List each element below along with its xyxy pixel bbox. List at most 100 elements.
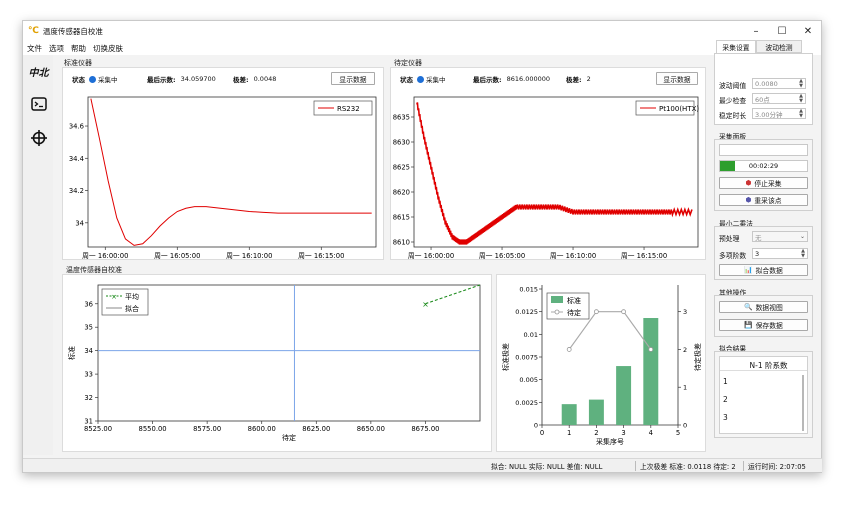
- result-header: N-1 阶系数: [720, 357, 807, 371]
- chart-icon: 📊: [744, 266, 753, 274]
- average-point: ×: [422, 300, 429, 309]
- x-tick-label: 1: [567, 429, 571, 437]
- line-point: [566, 347, 572, 352]
- search-icon: 🔍: [744, 303, 753, 311]
- result-row[interactable]: 2: [723, 395, 728, 404]
- timer-label: 00:02:29: [748, 162, 779, 170]
- title-bar: ℃ 温度传感器自校准 – ☐ ✕: [23, 21, 821, 41]
- tab-acquisition-settings[interactable]: 采集设置: [716, 40, 756, 53]
- crosshair-icon[interactable]: [28, 127, 49, 148]
- x-tick-label: 周一 16:00:00: [82, 252, 128, 260]
- chevron-down-icon: ⌄: [799, 233, 805, 240]
- y-tick-label: 35: [84, 324, 93, 332]
- x-axis-label: 待定: [282, 433, 296, 442]
- x-tick-label: 周一 16:10:00: [550, 252, 596, 260]
- legend-label: 标准: [567, 296, 581, 305]
- plot-area: [413, 96, 699, 248]
- x-tick-label: 周一 16:05:00: [479, 252, 525, 260]
- y-tick-label: 0.005: [519, 376, 538, 384]
- save-data-label: 保存数据: [755, 322, 783, 330]
- stop-acquisition-button[interactable]: ⬢ 停止采集: [719, 177, 808, 189]
- y-tick-label: 34: [75, 219, 84, 227]
- menu-skin[interactable]: 切换皮肤: [93, 43, 123, 54]
- plot-area: [87, 96, 377, 248]
- resample-point-label: 重采该点: [754, 197, 782, 205]
- spin-arrows-icon[interactable]: ▲ ▼: [801, 249, 805, 259]
- preprocess-value: 无: [755, 233, 762, 242]
- min-check-value: 60点: [755, 95, 770, 104]
- order-input[interactable]: 3 ▲ ▼: [752, 248, 808, 259]
- y-axis-label: 标准: [67, 346, 76, 360]
- preprocess-select[interactable]: 无 ⌄: [752, 231, 808, 242]
- range-chart: 0 1 2 3 4 500.00250.0050.00750.010.01250.0150…: [501, 285, 702, 446]
- y2-tick-label: 3: [683, 308, 687, 316]
- y-tick-label: 8630: [393, 139, 410, 147]
- min-check-label: 最少检查: [719, 97, 747, 105]
- y2-tick-label: 2: [683, 346, 687, 354]
- left-toolbar: 中北: [23, 55, 53, 455]
- school-logo[interactable]: 中北: [28, 61, 49, 82]
- test-chart: 周一 16:00:00 周一 16:05:00 周一 16:10:00 周一 16:1…: [393, 96, 699, 260]
- y-tick-label: 31: [84, 418, 93, 426]
- y2-tick-label: 0: [683, 422, 687, 430]
- x-tick-label: 8550.00: [139, 425, 167, 433]
- stable-duration-input[interactable]: 3.00分钟 ▲ ▼: [752, 108, 806, 119]
- legend-label: Pt100(HTX): [659, 105, 699, 113]
- close-icon[interactable]: ✕: [795, 21, 821, 41]
- result-row[interactable]: 1: [723, 377, 728, 386]
- y-tick-label: 0.0075: [515, 354, 538, 362]
- window-controls: – ☐ ✕: [743, 21, 821, 41]
- result-table: N-1 阶系数 1 2 3: [719, 356, 808, 434]
- menu-help[interactable]: 帮助: [71, 43, 86, 54]
- terminal-icon[interactable]: [28, 93, 49, 114]
- result-row[interactable]: 3: [723, 413, 728, 422]
- bar: [616, 366, 632, 425]
- menu-options[interactable]: 选项: [49, 43, 64, 54]
- y-tick-label: 36: [84, 300, 93, 308]
- x-tick-label: 8525.00: [84, 425, 112, 433]
- x-axis-label: 采集序号: [596, 437, 624, 446]
- preprocess-label: 预处理: [719, 235, 740, 243]
- menu-file[interactable]: 文件: [27, 43, 42, 54]
- tab-fluctuation-check[interactable]: 波动检测: [756, 40, 802, 53]
- maximize-icon[interactable]: ☐: [769, 21, 795, 41]
- min-check-input[interactable]: 60点 ▲ ▼: [752, 93, 806, 104]
- legend-label: 平均: [125, 292, 139, 301]
- progress-label: 整体进度: 0%: [743, 147, 784, 155]
- x-tick-label: 0: [540, 429, 544, 437]
- spin-arrows-icon[interactable]: ▲ ▼: [799, 109, 803, 119]
- minimize-icon[interactable]: –: [743, 21, 769, 41]
- y-tick-label: 8615: [393, 214, 410, 222]
- line-point: [648, 347, 654, 352]
- bar: [588, 399, 604, 425]
- y-tick-label: 8610: [393, 239, 410, 247]
- x-tick-label: 3: [621, 429, 625, 437]
- stop-acquisition-label: 停止采集: [754, 180, 782, 188]
- bar: [561, 404, 577, 425]
- data-view-button[interactable]: 🔍 数据视图: [719, 301, 808, 313]
- y-tick-label: 34: [84, 347, 93, 355]
- spin-arrows-icon[interactable]: ▲ ▼: [799, 94, 803, 104]
- x-tick-label: 8675.00: [411, 425, 439, 433]
- result-scrollbar[interactable]: [802, 375, 804, 431]
- x-tick-label: 周一 16:15:00: [298, 252, 344, 260]
- x-tick-label: 周一 16:15:00: [621, 252, 667, 260]
- data-view-label: 数据视图: [755, 304, 783, 312]
- line-point: [594, 309, 599, 315]
- stable-duration-label: 稳定时长: [719, 112, 747, 120]
- save-data-button[interactable]: 💾 保存数据: [719, 319, 808, 331]
- y-tick-label: 8635: [393, 114, 410, 122]
- stable-duration-value: 3.00分钟: [755, 110, 783, 119]
- overall-progress-bar: 整体进度: 0%: [719, 144, 808, 156]
- bar: [643, 318, 659, 425]
- y-tick-label: 0.015: [519, 286, 538, 294]
- spin-arrows-icon[interactable]: ▲ ▼: [799, 79, 803, 89]
- threshold-value: 0.0080: [755, 79, 778, 88]
- resample-point-button[interactable]: ⬢ 重采该点: [719, 194, 808, 206]
- y2-tick-label: 1: [683, 384, 687, 392]
- cube-icon: ⬢: [745, 196, 752, 204]
- threshold-input[interactable]: 0.0080 ▲ ▼: [752, 78, 806, 89]
- y-tick-label: 8625: [393, 164, 410, 172]
- menu-bar: 文件 选项 帮助 切换皮肤: [23, 41, 821, 55]
- fit-data-button[interactable]: 📊 拟合数据: [719, 264, 808, 276]
